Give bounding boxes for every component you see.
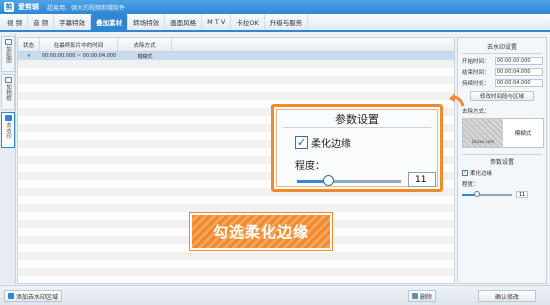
soften-edge-label: 柔化边缘 — [470, 171, 493, 177]
delete-button[interactable]: 删除 — [408, 290, 437, 302]
tab-transitions[interactable]: 转场特效 — [128, 14, 166, 30]
header-method[interactable]: 去除方式 — [118, 38, 172, 51]
row-status: ★ — [26, 53, 32, 59]
empty-table-row — [18, 92, 454, 100]
end-time-field[interactable]: 00:00:04.000 — [495, 68, 543, 76]
callout-degree-label: 程度： — [295, 161, 325, 172]
callout-divider — [283, 127, 431, 128]
empty-table-row — [18, 268, 454, 276]
method-name: 模糊式 — [503, 119, 543, 147]
app-subtitle: 超易用、强大的视频剪辑软件 — [47, 4, 126, 12]
start-time-field[interactable]: 00:00:00.000 — [495, 57, 543, 65]
callout-soften-label: 柔化边缘 — [311, 139, 351, 150]
frame-icon — [4, 77, 12, 83]
zoom-callout: 参数设置 ✓ 柔化边缘 程度： 11 — [271, 104, 443, 192]
empty-table-row — [18, 196, 454, 204]
empty-table-row — [18, 84, 454, 92]
end-time-label: 结束时间： — [462, 70, 490, 76]
callout-title: 参数设置 — [335, 113, 379, 126]
app-window: 剪 爱剪辑 超易用、强大的视频剪辑软件 视 频 音 频 字幕特效 叠加素材 转场… — [0, 0, 550, 305]
sidebar-item-label: 加贴图 — [5, 46, 11, 63]
duration-field[interactable]: 00:00:04.000 — [495, 79, 543, 87]
tab-karaoke[interactable]: 卡拉OK — [231, 14, 265, 30]
empty-table-row — [18, 252, 454, 260]
empty-table-row — [18, 60, 454, 68]
instruction-caption-text: 勾选柔化边缘 — [212, 223, 309, 241]
callout-degree-value: 11 — [408, 172, 436, 187]
app-title: 爱剪辑 — [18, 3, 39, 11]
params-title: 参数设置 — [489, 159, 514, 166]
tab-subtitle-effects[interactable]: 字幕特效 — [54, 14, 92, 30]
callout-check-icon: ✓ — [295, 136, 308, 149]
tab-video[interactable]: 视 频 — [2, 14, 29, 30]
degree-value-field[interactable]: 11 — [516, 191, 528, 198]
start-time-label: 开始时间： — [462, 59, 490, 65]
watermark-icon — [4, 115, 12, 121]
header-time[interactable]: 在最终影片中的时间 — [40, 38, 118, 51]
method-preview-image: Lbizus.com — [463, 119, 503, 147]
callout-inner: 参数设置 ✓ 柔化边缘 程度： 11 — [276, 109, 438, 187]
pointer-arrow-icon — [449, 93, 465, 107]
divider — [462, 53, 542, 54]
table-header: 状态 在最终影片中的时间 去除方式 — [18, 38, 454, 52]
settings-panel: 去水印设置 开始时间： 00:00:00.000 结束时间： 00:00:04.… — [457, 37, 547, 284]
empty-table-row — [18, 68, 454, 76]
empty-table-row — [18, 260, 454, 268]
preview-caption: Lbizus.com — [471, 139, 495, 144]
add-button-label: 添加去水印区域 — [16, 293, 59, 301]
empty-table-row — [18, 204, 454, 212]
duration-label: 持续时长： — [462, 81, 490, 87]
menu-bar: 视 频 音 频 字幕特效 叠加素材 转场特效 画面风格 M T V 卡拉OK 升… — [0, 14, 550, 32]
divider — [462, 154, 542, 155]
add-region-icon — [8, 293, 14, 299]
panel-title: 去水印设置 — [486, 44, 517, 51]
sidebar-item-add-sticker[interactable]: 加贴图 — [1, 36, 15, 72]
confirm-modify-button[interactable]: 确认修改 — [478, 290, 536, 302]
sidebar-item-label: 加相框 — [5, 84, 11, 101]
checkbox-checked-icon: ✓ — [462, 169, 468, 176]
callout-slider-thumb — [323, 175, 335, 186]
app-logo-icon: 剪 — [4, 2, 14, 12]
callout-soften-checkbox: ✓ 柔化边缘 — [295, 135, 351, 150]
trash-icon — [412, 293, 418, 299]
sidebar-item-label: 去水印 — [5, 122, 11, 139]
sidebar-item-remove-watermark[interactable]: 去水印 — [1, 112, 15, 148]
header-status[interactable]: 状态 — [18, 38, 40, 51]
row-time: 00:00:00.000 ~ 00:00:04.000 — [41, 53, 117, 59]
degree-label: 程度： — [462, 182, 479, 188]
title-bar: 剪 爱剪辑 超易用、强大的视频剪辑软件 — [0, 0, 550, 14]
tab-mtv[interactable]: M T V — [202, 14, 232, 30]
callout-degree-slider — [297, 175, 401, 186]
method-label: 去除方式： — [462, 109, 490, 115]
instruction-caption: 勾选柔化边缘 — [190, 213, 332, 250]
degree-slider-row: 11 — [462, 190, 546, 198]
modify-time-region-button[interactable]: 修改时间段与区域 — [470, 91, 534, 101]
sticker-icon — [4, 39, 12, 45]
table-row[interactable]: ★ 00:00:00.000 ~ 00:00:04.000 模糊式 — [18, 52, 454, 60]
tab-overlay-materials[interactable]: 叠加素材 — [91, 14, 129, 30]
add-watermark-region-button[interactable]: 添加去水印区域 — [4, 290, 63, 302]
degree-slider-thumb[interactable] — [474, 190, 480, 197]
bottom-bar: 添加去水印区域 删除 确认修改 — [0, 285, 550, 305]
side-tabs: 加贴图 加相框 去水印 — [0, 34, 16, 284]
tab-audio[interactable]: 音 频 — [28, 14, 55, 30]
empty-table-row — [18, 76, 454, 84]
soften-edge-checkbox[interactable]: ✓ 柔化边缘 — [462, 169, 546, 177]
sidebar-item-add-frame[interactable]: 加相框 — [1, 74, 15, 110]
row-method: 模糊式 — [137, 53, 153, 60]
tab-picture-style[interactable]: 画面风格 — [165, 14, 203, 30]
method-selector[interactable]: Lbizus.com 模糊式 — [462, 118, 544, 148]
tab-upgrade-service[interactable]: 升级与服务 — [265, 14, 309, 30]
degree-slider[interactable] — [462, 190, 512, 197]
delete-button-label: 删除 — [420, 293, 433, 301]
